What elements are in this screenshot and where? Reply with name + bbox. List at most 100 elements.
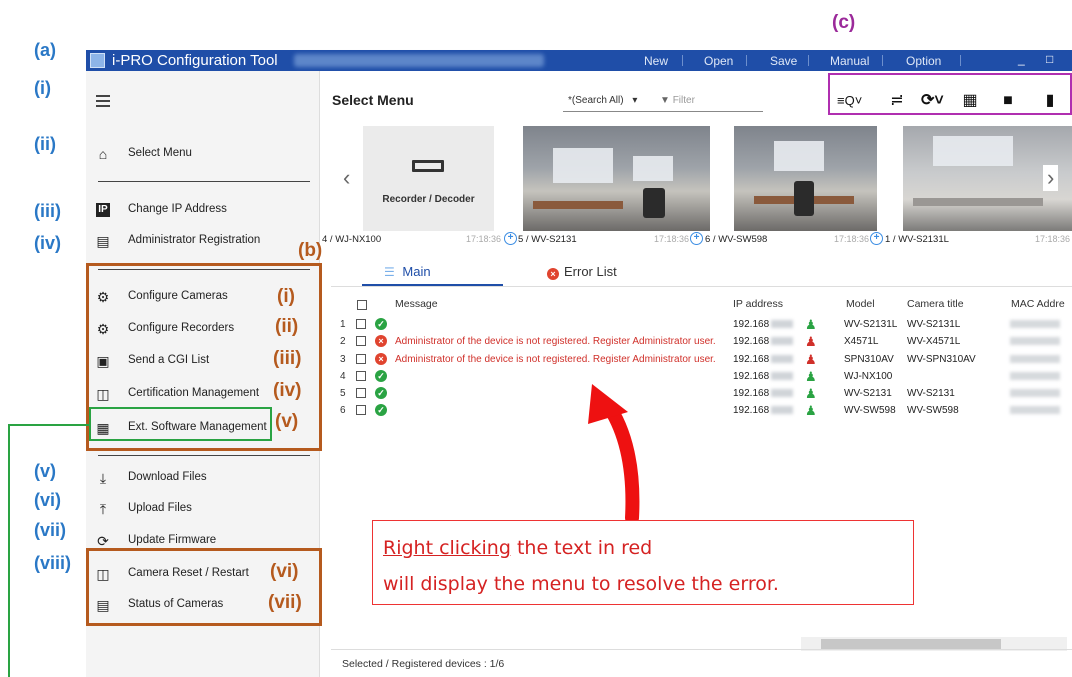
scrollbar-thumb[interactable] xyxy=(821,639,1001,649)
instruction-callout: Right clicking the text in red will disp… xyxy=(372,520,914,605)
row-camera-title: WV-S2131 xyxy=(907,388,955,399)
row-checkbox[interactable] xyxy=(356,354,366,364)
filter-input[interactable]: ▼ Filter xyxy=(660,95,695,106)
ip-prefix: 192.168 xyxy=(733,388,770,399)
row-model: WV-S2131L xyxy=(844,319,898,330)
tab-main[interactable]: ☰ Main xyxy=(384,264,431,279)
device-caption: 4 / WJ-NX100 xyxy=(322,234,382,245)
table-row[interactable]: 2 × Administrator of the device is not r… xyxy=(321,333,1072,350)
menu-open[interactable]: Open xyxy=(704,54,733,68)
carousel-prev-icon[interactable]: ‹ xyxy=(343,165,350,191)
ip-prefix: 192.168 xyxy=(733,371,770,382)
row-camera-title: WV-X4571L xyxy=(907,336,961,347)
zoom-icon[interactable]: + xyxy=(504,232,517,245)
sidebar-item-admin-registration[interactable]: ▤ Administrator Registration xyxy=(86,230,320,252)
sidebar-item-label: Upload Files xyxy=(128,502,192,514)
check-icon: ✓ xyxy=(375,404,387,416)
device-thumbnail-camera[interactable] xyxy=(734,126,877,231)
row-camera-title: WV-SPN310AV xyxy=(907,354,976,365)
user-error-icon: ♟ xyxy=(805,334,817,349)
column-header-mac[interactable]: MAC Addre xyxy=(1011,298,1065,310)
table-row[interactable]: 4 ✓ 192.168 ♟ WJ-NX100 xyxy=(321,368,1072,385)
device-time: 17:18:36 xyxy=(1035,234,1071,244)
menu-save[interactable]: Save xyxy=(770,54,797,68)
minimize-button[interactable]: _ xyxy=(1018,52,1025,66)
annotation-b-vii: (vii) xyxy=(268,592,302,613)
row-camera-title: WV-SW598 xyxy=(907,405,959,416)
search-underline xyxy=(563,111,763,112)
tab-label: Error List xyxy=(564,264,617,279)
annotation-b-iv: (iv) xyxy=(273,380,302,401)
search-scope-select[interactable]: *(Search All) ▾ xyxy=(568,95,637,106)
red-arrow-graphic xyxy=(588,384,640,522)
zoom-icon[interactable]: + xyxy=(690,232,703,245)
column-header-model[interactable]: Model xyxy=(846,298,875,310)
sidebar-item-select-menu[interactable]: ⌂ Select Menu xyxy=(86,143,320,165)
sidebar-item-label: Update Firmware xyxy=(128,534,217,546)
table-row[interactable]: 6 ✓ 192.168 ♟ WV-SW598 WV-SW598 xyxy=(321,402,1072,419)
annotation-a: (a) xyxy=(34,40,56,60)
table-row[interactable]: 5 ✓ 192.168 ♟ WV-S2131 WV-S2131 xyxy=(321,385,1072,402)
sidebar-item-label: Download Files xyxy=(128,471,207,483)
row-number: 6 xyxy=(340,405,346,416)
row-mac-redacted xyxy=(1010,406,1060,414)
sidebar-item-change-ip[interactable]: IP Change IP Address xyxy=(86,199,320,221)
row-checkbox[interactable] xyxy=(356,405,366,415)
tab-error-list[interactable]: × Error List xyxy=(547,264,617,280)
menu-option[interactable]: Option xyxy=(906,54,941,68)
maximize-button[interactable]: □ xyxy=(1046,52,1053,66)
device-time: 17:18:36 xyxy=(654,234,690,244)
callout-emphasis: Right clicking xyxy=(383,537,511,559)
error-icon: × xyxy=(375,353,387,365)
check-icon: ✓ xyxy=(375,318,387,330)
column-header-message[interactable]: Message xyxy=(395,298,438,310)
page-title: Select Menu xyxy=(332,92,414,108)
ip-icon: IP xyxy=(96,203,110,217)
tabs-divider xyxy=(331,286,1072,287)
annotation-b-iii: (iii) xyxy=(273,348,302,369)
row-checkbox[interactable] xyxy=(356,319,366,329)
row-message[interactable]: Administrator of the device is not regis… xyxy=(395,336,716,347)
section-b-highlight-box-lower xyxy=(86,548,322,626)
annotation-b-i: (i) xyxy=(277,286,295,307)
menu-manual[interactable]: Manual xyxy=(830,54,869,68)
column-header-camera-title[interactable]: Camera title xyxy=(907,298,964,310)
row-checkbox[interactable] xyxy=(356,336,366,346)
row-message[interactable]: Administrator of the device is not regis… xyxy=(395,354,716,365)
app-icon xyxy=(90,53,105,68)
tab-label: Main xyxy=(402,264,431,279)
annotation-a-iv: (iv) xyxy=(34,233,61,253)
carousel-next-icon[interactable]: › xyxy=(1043,165,1059,191)
row-checkbox[interactable] xyxy=(356,388,366,398)
sidebar-item-download-files[interactable]: ⤓ Download Files xyxy=(86,467,320,489)
ip-prefix: 192.168 xyxy=(733,354,770,365)
row-checkbox[interactable] xyxy=(356,371,366,381)
hamburger-icon[interactable] xyxy=(96,95,110,107)
ip-prefix: 192.168 xyxy=(733,319,770,330)
annotation-a-viii: (viii) xyxy=(34,553,72,573)
table-row[interactable]: 3 × Administrator of the device is not r… xyxy=(321,351,1072,368)
user-ok-icon: ♟ xyxy=(805,369,817,384)
callout-line-1-rest: the text in red xyxy=(510,537,653,559)
device-thumbnail-recorder[interactable]: Recorder / Decoder xyxy=(363,126,494,231)
zoom-icon[interactable]: + xyxy=(870,232,883,245)
error-icon: × xyxy=(375,335,387,347)
select-all-checkbox[interactable] xyxy=(357,300,367,310)
device-caption: 6 / WV-SW598 xyxy=(705,234,768,245)
annotation-a-ii: (ii) xyxy=(34,134,56,154)
annotation-b-vi: (vi) xyxy=(270,561,299,582)
row-model: WJ-NX100 xyxy=(844,371,893,382)
row-mac-redacted xyxy=(1010,320,1060,328)
user-ok-icon: ♟ xyxy=(805,317,817,332)
sidebar-item-upload-files[interactable]: ⤒ Upload Files xyxy=(86,498,320,520)
device-thumbnail-camera[interactable] xyxy=(523,126,710,231)
sidebar-item-label: Select Menu xyxy=(128,147,192,159)
column-header-ip[interactable]: IP address xyxy=(733,298,783,310)
table-row[interactable]: 1 ✓ 192.168 ♟ WV-S2131L WV-S2131L xyxy=(321,316,1072,333)
chevron-down-icon: ▾ xyxy=(632,95,638,106)
row-number: 3 xyxy=(340,354,346,365)
callout-line-1: Right clicking the text in red xyxy=(383,537,652,559)
filter-icon: ▼ xyxy=(660,95,670,106)
version-redacted xyxy=(294,54,544,67)
menu-new[interactable]: New xyxy=(644,54,668,68)
